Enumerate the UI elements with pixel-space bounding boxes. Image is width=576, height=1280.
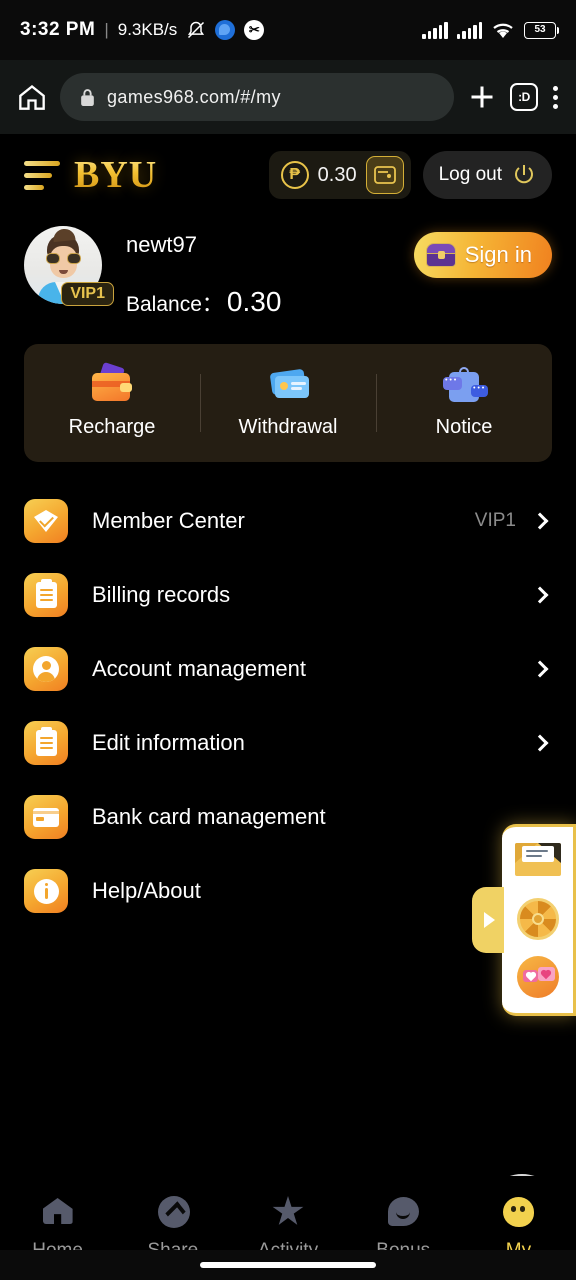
status-bar-right: 53: [422, 21, 559, 40]
action-recharge[interactable]: Recharge: [24, 361, 200, 439]
mail-icon[interactable]: [512, 839, 564, 885]
status-bar: 3:32 PM | 9.3KB/s ✂ 53: [0, 0, 576, 60]
capcut-icon: ✂: [244, 20, 265, 40]
mute-icon: [188, 21, 205, 39]
menu-item-label: Account management: [92, 656, 307, 681]
status-divider: |: [104, 20, 109, 39]
wifi-icon: [493, 23, 513, 38]
status-time: 3:32 PM: [20, 19, 96, 40]
chat-bubble-icon: [383, 1194, 423, 1232]
home-icon: [38, 1194, 78, 1232]
info-icon: [24, 869, 68, 913]
floating-side-panel[interactable]: [472, 824, 576, 1016]
home-gesture-bar[interactable]: [0, 1250, 576, 1280]
arrow-right-icon[interactable]: [472, 887, 504, 953]
action-label: Withdrawal: [238, 416, 338, 438]
star-icon: [268, 1194, 308, 1232]
treasure-chest-icon: [425, 243, 456, 267]
chevron-right-icon: [531, 660, 549, 678]
profile-section: VIP1 newt97 Balance： 0.30 Sign in: [0, 216, 576, 318]
menu-item-label: Edit information: [92, 730, 245, 755]
menu-item-label: Member Center: [92, 508, 245, 533]
quick-actions-card: Recharge Withdrawal Notice: [24, 344, 552, 462]
lock-icon: [81, 88, 94, 106]
menu-item-label: Bank card management: [92, 804, 326, 829]
plus-icon[interactable]: [468, 83, 496, 111]
power-icon: [515, 165, 533, 184]
battery-percent: 53: [534, 24, 546, 35]
battery-icon: 53: [524, 21, 559, 39]
menu-item-account-management[interactable]: Account management: [24, 632, 552, 706]
logout-button[interactable]: Log out: [422, 151, 552, 199]
menu-item-edit-information[interactable]: Edit information: [24, 706, 552, 780]
vip-badge: VIP1: [61, 282, 114, 306]
menu-item-label: Billing records: [92, 582, 231, 607]
avatar[interactable]: VIP1: [24, 226, 114, 306]
chat-hearts-icon[interactable]: [512, 955, 564, 1001]
lucky-wheel-icon[interactable]: [512, 897, 564, 943]
share-icon: [153, 1194, 193, 1232]
signal-bars-icon-1: [422, 21, 448, 39]
bank-cards-icon: [263, 367, 313, 407]
action-label: Notice: [435, 416, 493, 438]
edit-document-icon: [24, 721, 68, 765]
gem-icon: [24, 499, 68, 543]
balance-value: 0.30: [226, 286, 282, 317]
menu-item-member-center[interactable]: Member Center VIP1: [24, 484, 552, 558]
address-bar[interactable]: games968.com/#/my: [60, 73, 454, 121]
tab-count-label: :D: [518, 90, 530, 104]
notice-clipboard-icon: [439, 367, 489, 407]
app-logo: BYU: [74, 154, 158, 196]
logout-label: Log out: [438, 164, 502, 185]
app-header: BYU ₱ 0.30 Log out: [0, 134, 576, 216]
status-bar-left: 3:32 PM | 9.3KB/s ✂: [20, 19, 422, 41]
menu-item-billing-records[interactable]: Billing records: [24, 558, 552, 632]
credit-card-icon: [24, 795, 68, 839]
chevron-right-icon: [531, 734, 549, 752]
menu-item-value: VIP1: [474, 510, 516, 531]
chevron-right-icon: [531, 586, 549, 604]
profile-info: newt97 Balance： 0.30: [126, 226, 281, 318]
app-content: BYU ₱ 0.30 Log out VIP1 newt97 Balance： …: [0, 134, 576, 1280]
smiley-face-icon: [498, 1194, 538, 1232]
messenger-icon: [215, 20, 236, 40]
username: newt97: [126, 232, 197, 257]
signal-bars-icon-2: [456, 21, 482, 39]
balance-line: Balance： 0.30: [126, 286, 281, 318]
sign-in-button[interactable]: Sign in: [413, 232, 552, 278]
peso-coin-icon: ₱: [280, 161, 309, 189]
chevron-right-icon: [531, 512, 549, 530]
action-label: Recharge: [68, 416, 156, 438]
browser-toolbar: games968.com/#/my :D: [0, 60, 576, 134]
wallet-icon[interactable]: [365, 156, 404, 194]
network-speed: 9.3KB/s: [117, 20, 178, 39]
header-balance-pill[interactable]: ₱ 0.30: [268, 151, 411, 199]
tab-counter-button[interactable]: :D: [510, 83, 538, 111]
sign-in-label: Sign in: [464, 242, 532, 267]
wallet-icon: [87, 361, 137, 407]
hamburger-icon[interactable]: [24, 160, 60, 190]
user-icon: [24, 647, 68, 691]
home-icon[interactable]: [18, 84, 46, 110]
action-notice[interactable]: Notice: [376, 367, 552, 439]
url-text: games968.com/#/my: [107, 86, 281, 107]
more-vertical-icon[interactable]: [552, 85, 558, 109]
action-withdrawal[interactable]: Withdrawal: [200, 367, 376, 439]
header-right: ₱ 0.30 Log out: [268, 151, 552, 199]
document-icon: [24, 573, 68, 617]
header-balance-value: 0.30: [317, 163, 357, 186]
menu-item-bank-card-management[interactable]: Bank card management: [24, 780, 552, 854]
settings-menu: Member Center VIP1 Billing records Accou…: [0, 484, 576, 928]
balance-label: Balance：: [126, 293, 223, 316]
